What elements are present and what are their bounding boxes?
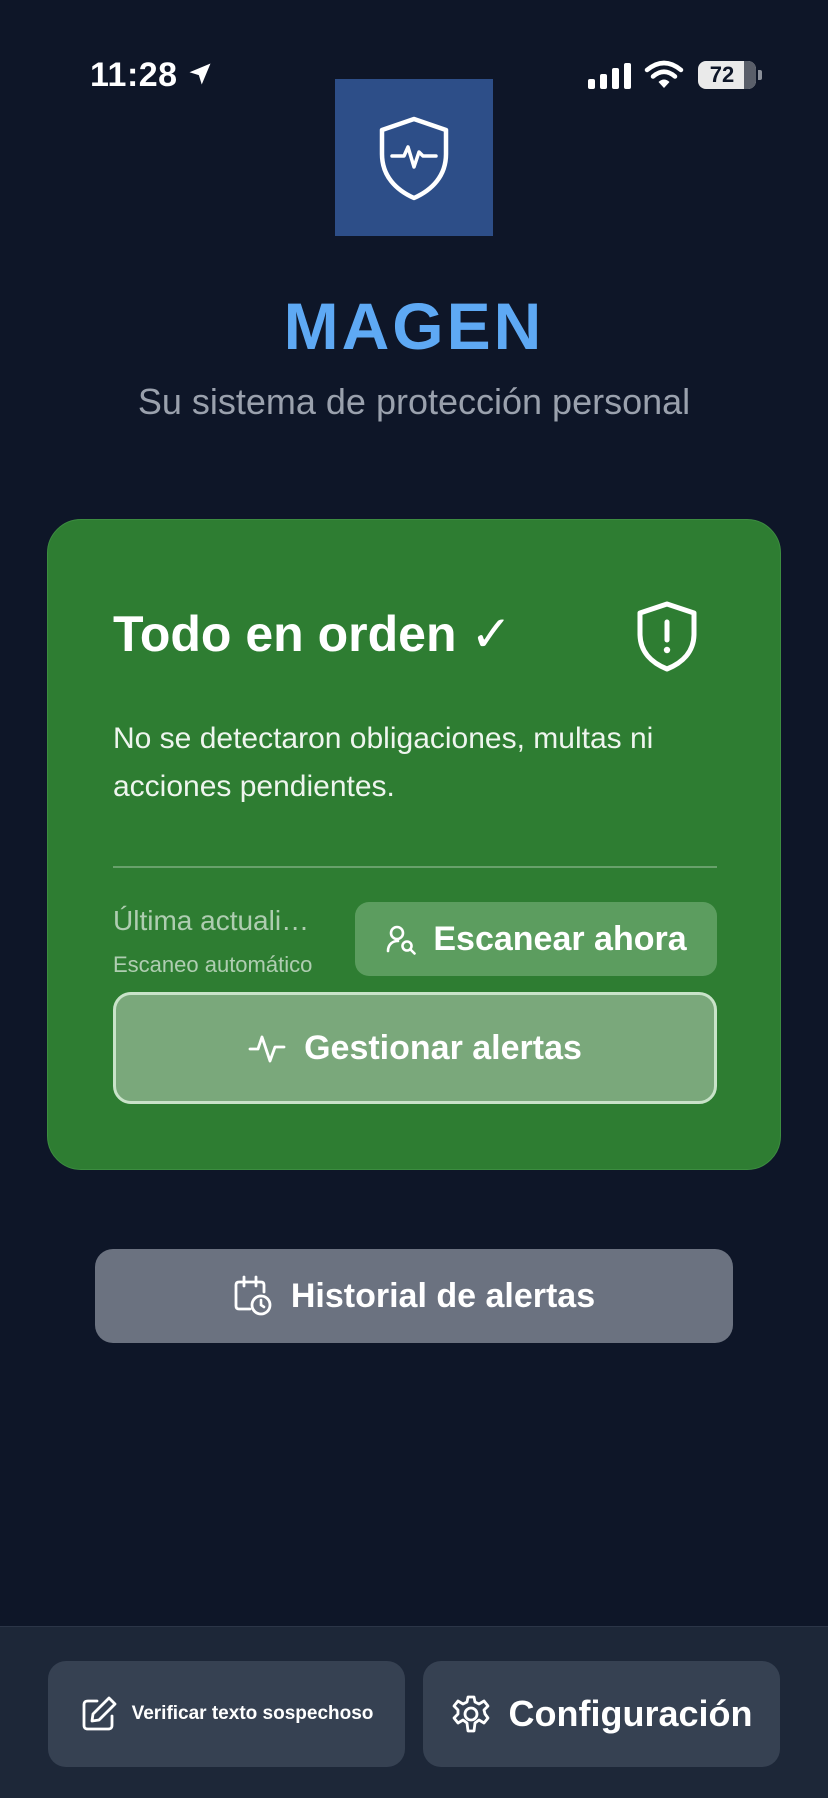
location-arrow-icon (189, 63, 211, 85)
manage-alerts-button[interactable]: Gestionar alertas (113, 992, 717, 1104)
verify-suspicious-text-button[interactable]: Verificar texto sospechoso (48, 1661, 405, 1767)
status-card-description: No se detectaron obligaciones, multas ni… (113, 722, 654, 803)
battery-icon: 72 (698, 61, 756, 89)
scan-now-label: Escanear ahora (433, 919, 687, 958)
wifi-icon (644, 60, 684, 88)
status-time: 11:28 (90, 56, 178, 94)
scan-now-button[interactable]: Escanear ahora (355, 902, 717, 976)
app-screen: 11:28 72 MAGEN Su sistema de protección … (0, 0, 828, 1798)
calendar-clock-icon (234, 1275, 272, 1316)
alert-history-label: Historial de alertas (290, 1276, 596, 1315)
settings-label: Configuración (508, 1693, 753, 1734)
battery-nub (758, 70, 762, 80)
gear-icon (452, 1695, 489, 1733)
shield-exclamation-icon (637, 601, 697, 672)
auto-scan-label: Escaneo automático (113, 952, 313, 977)
card-divider (113, 866, 717, 868)
manage-alerts-label: Gestionar alertas (304, 1028, 582, 1067)
status-card: Todo en orden ✓ No se detectaron obligac… (47, 519, 781, 1170)
cellular-signal-icon (588, 63, 631, 89)
battery-level: 72 (709, 62, 735, 87)
verify-suspicious-text-label: Verificar texto sospechoso (131, 1703, 374, 1724)
app-subtitle: Su sistema de protección personal (137, 381, 691, 422)
shield-heartbeat-icon (379, 116, 449, 200)
activity-icon (248, 1035, 286, 1063)
app-title: MAGEN (283, 289, 545, 363)
app-logo (335, 79, 493, 236)
settings-button[interactable]: Configuración (423, 1661, 780, 1767)
edit-icon (82, 1696, 116, 1731)
last-update-label: Última actualización (113, 905, 323, 936)
alert-history-button[interactable]: Historial de alertas (95, 1249, 733, 1343)
user-search-icon (387, 925, 417, 955)
status-card-title: Todo en orden ✓ (113, 606, 513, 662)
bottom-bar: Verificar texto sospechoso Configuración (0, 1626, 828, 1798)
